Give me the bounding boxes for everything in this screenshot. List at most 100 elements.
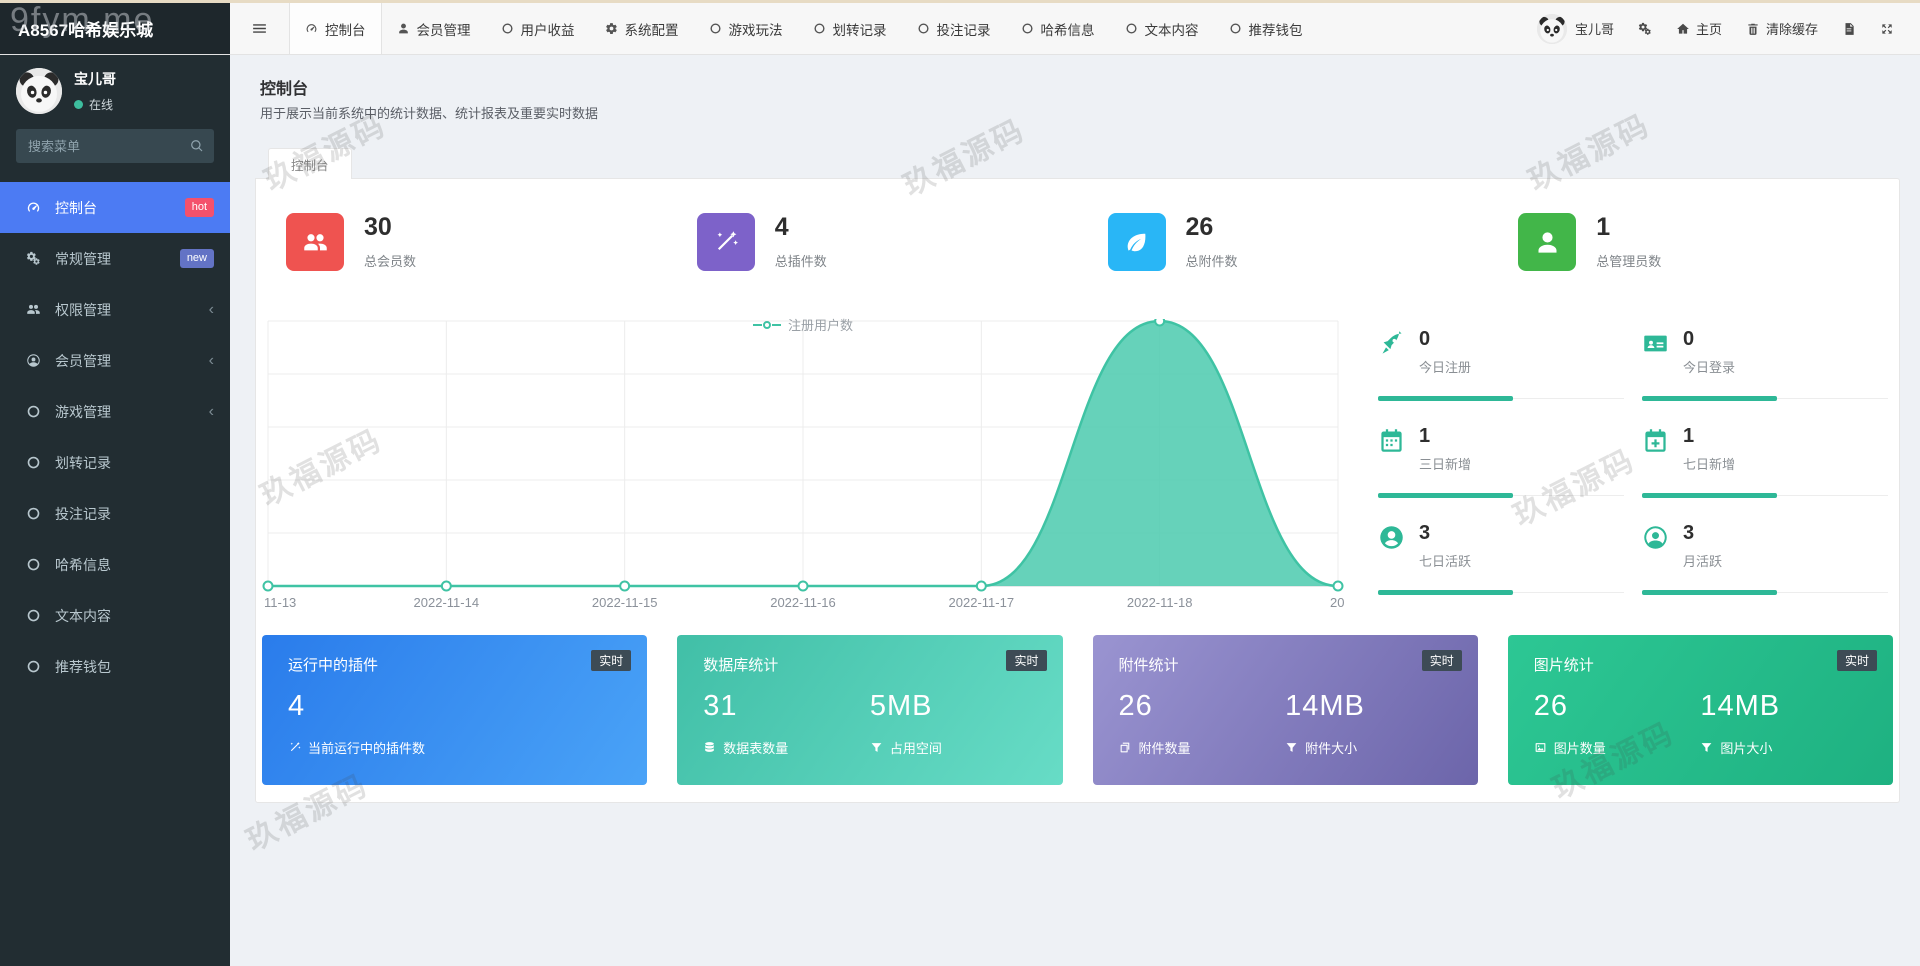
- sidebar-menu-item[interactable]: 文本内容: [0, 590, 230, 641]
- mini-stat-label: 今日登录: [1683, 357, 1735, 376]
- mini-stat-icon: [1378, 330, 1405, 414]
- svg-text:2022-11-15: 2022-11-15: [592, 595, 658, 610]
- user-menu[interactable]: 宝儿哥: [1537, 14, 1614, 44]
- sidebar-menu-item[interactable]: 推荐钱包: [0, 641, 230, 692]
- realtime-badge: 实时: [1006, 650, 1046, 671]
- nav-tab-icon: [501, 22, 514, 35]
- nav-tab-label: 游戏玩法: [729, 19, 783, 39]
- realtime-badge: 实时: [591, 650, 631, 671]
- navbar-action[interactable]: 清除缓存: [1746, 19, 1818, 38]
- sidebar-menu-label: 划转记录: [55, 453, 111, 473]
- nav-tab-label: 会员管理: [417, 19, 471, 39]
- mini-stat: 1 三日新增: [1378, 414, 1632, 511]
- sidebar-menu-item[interactable]: 游戏管理 ‹: [0, 386, 230, 437]
- sidebar-menu-item[interactable]: 哈希信息: [0, 539, 230, 590]
- nav-tab[interactable]: 文本内容: [1110, 3, 1214, 54]
- nav-tab-label: 推荐钱包: [1249, 19, 1303, 39]
- hamburger-icon: [251, 20, 268, 37]
- navbar-action-icon: [1880, 22, 1894, 36]
- card-label-icon: [288, 741, 301, 754]
- sidebar-menu-label: 游戏管理: [55, 402, 111, 422]
- nav-tab-label: 控制台: [325, 19, 366, 39]
- nav-tab[interactable]: 游戏玩法: [694, 3, 798, 54]
- nav-tab-label: 系统配置: [625, 19, 679, 39]
- page-title: 控制台: [260, 75, 308, 99]
- nav-tab[interactable]: 用户收益: [486, 3, 590, 54]
- nav-tab-label: 用户收益: [521, 19, 575, 39]
- nav-tab[interactable]: 系统配置: [590, 3, 694, 54]
- app-logo: 9fym me A8567哈希娱乐城: [0, 3, 230, 54]
- navbar-tabs: 控制台 会员管理 用户收益 系统配置 游戏玩法 划转记录 投注记录: [289, 3, 1318, 54]
- menu-search-input[interactable]: [16, 129, 214, 163]
- nav-tab-label: 哈希信息: [1041, 19, 1095, 39]
- chevron-left-icon: ‹: [209, 302, 214, 318]
- card-label: 附件数量: [1139, 738, 1191, 757]
- menu-badge: new: [180, 249, 214, 267]
- nav-tab[interactable]: 会员管理: [382, 3, 486, 54]
- mini-stat-label: 七日新增: [1683, 454, 1735, 473]
- card-label-icon: [870, 741, 883, 754]
- mini-stat-icon: [1378, 524, 1405, 608]
- card-label: 图片数量: [1554, 738, 1606, 757]
- navbar-action-icon: [1842, 22, 1856, 36]
- sidebar-menu-item[interactable]: 投注记录: [0, 488, 230, 539]
- card-value: 14MB: [1285, 690, 1452, 723]
- realtime-badge: 实时: [1837, 650, 1877, 671]
- sidebar-menu-label: 常规管理: [55, 249, 111, 269]
- nav-tab[interactable]: 控制台: [289, 3, 382, 54]
- sidebar-menu-item[interactable]: 权限管理 ‹: [0, 284, 230, 335]
- sidebar-menu-item[interactable]: 会员管理 ‹: [0, 335, 230, 386]
- navbar-action[interactable]: [1842, 22, 1856, 36]
- stat-value: 4: [775, 214, 827, 242]
- stat-value: 26: [1186, 214, 1238, 242]
- sidebar-menu-item[interactable]: 控制台 hot: [0, 182, 230, 233]
- nav-tab[interactable]: 划转记录: [798, 3, 902, 54]
- svg-text:2022-11-18: 2022-11-18: [1127, 595, 1193, 610]
- mini-stat: 0 今日注册: [1378, 317, 1632, 414]
- card-label-icon: [1700, 741, 1713, 754]
- sidebar-menu-label: 哈希信息: [55, 555, 111, 575]
- cogs-icon: [1638, 22, 1652, 36]
- stat-icon: [1518, 213, 1576, 271]
- nav-tab[interactable]: 投注记录: [902, 3, 1006, 54]
- navbar-action-icon: [1746, 22, 1760, 36]
- content-tab[interactable]: 控制台: [268, 148, 352, 179]
- sidebar: 宝儿哥 在线 控制台 hot 常规管理 new 权限管理: [0, 55, 230, 966]
- mini-stat-value: 3: [1419, 521, 1471, 545]
- sidebar-menu-icon: [24, 353, 42, 368]
- sidebar-menu-item[interactable]: 常规管理 new: [0, 233, 230, 284]
- chart-legend[interactable]: 注册用户数: [753, 315, 853, 334]
- nav-tab-icon: [305, 22, 318, 35]
- summary-card: 附件统计 实时 26 附件数量 14MB: [1093, 635, 1478, 785]
- mini-stat-icon: [1642, 427, 1669, 511]
- chart-canvas: 11-132022-11-142022-11-152022-11-162022-…: [262, 319, 1344, 611]
- navbar-action[interactable]: 主页: [1676, 19, 1722, 38]
- card-value: 4: [288, 690, 455, 723]
- card-title: 图片统计: [1534, 654, 1867, 675]
- dashboard-panel: 30 总会员数 4 总插件数 26 总附件数: [255, 178, 1900, 803]
- nav-tab[interactable]: 推荐钱包: [1214, 3, 1318, 54]
- chevron-left-icon: ‹: [209, 353, 214, 369]
- nav-tab-icon: [1229, 22, 1242, 35]
- stat-label: 总插件数: [775, 251, 827, 270]
- card-label-icon: [1119, 741, 1132, 754]
- mini-stat-value: 1: [1419, 424, 1471, 448]
- stat-label: 总会员数: [364, 251, 416, 270]
- stat-label: 总附件数: [1186, 251, 1238, 270]
- navbar-action-label: 清除缓存: [1766, 19, 1818, 38]
- stat-icon: [1108, 213, 1166, 271]
- mini-stat-icon: [1642, 524, 1669, 608]
- sidebar-menu-icon: [24, 659, 42, 674]
- stat-icon: [286, 213, 344, 271]
- settings-button[interactable]: [1638, 22, 1652, 36]
- nav-tab-label: 文本内容: [1145, 19, 1199, 39]
- chevron-left-icon: ‹: [209, 404, 214, 420]
- nav-tab[interactable]: 哈希信息: [1006, 3, 1110, 54]
- svg-text:2022-11-14: 2022-11-14: [414, 595, 480, 610]
- navbar-action[interactable]: [1880, 22, 1894, 36]
- sidebar-menu-item[interactable]: 划转记录: [0, 437, 230, 488]
- online-dot-icon: [74, 100, 83, 109]
- mini-stat-label: 月活跃: [1683, 551, 1722, 570]
- mini-stat: 1 七日新增: [1642, 414, 1896, 511]
- sidebar-toggle-button[interactable]: [230, 3, 289, 54]
